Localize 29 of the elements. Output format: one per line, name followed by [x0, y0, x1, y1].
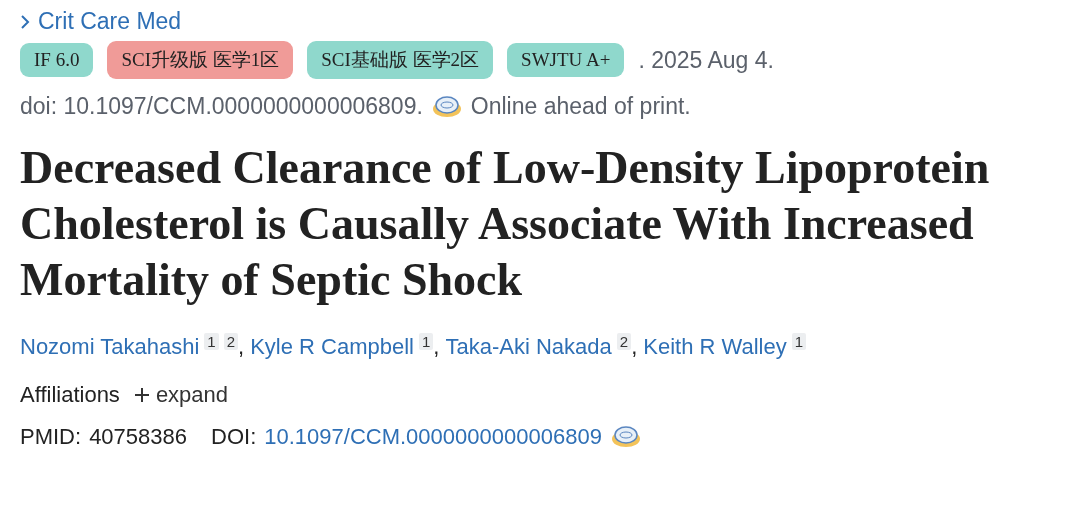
affiliation-number[interactable]: 1 [204, 333, 219, 350]
doi-link[interactable]: 10.1097/CCM.0000000000006809 [264, 424, 602, 450]
plus-icon [133, 387, 150, 403]
doi-label: DOI: [211, 424, 257, 450]
affiliation-number[interactable]: 1 [419, 333, 434, 350]
publication-date: . 2025 Aug 4. [638, 46, 774, 74]
author-link[interactable]: Nozomi Takahashi [20, 334, 200, 360]
comma: , [631, 334, 638, 360]
author-link[interactable]: Kyle R Campbell [250, 334, 414, 360]
article-title: Decreased Clearance of Low-Density Lipoprotein Cholesterol is Causally Associate With Increased Mortality of Septic Shock [20, 141, 991, 307]
status-text: Online ahead of print. [470, 93, 691, 120]
comma: , [433, 334, 440, 360]
affiliations-label: Affiliations [20, 382, 120, 408]
expand-toggle[interactable]: expand [133, 382, 229, 408]
affiliation-number[interactable]: 2 [616, 333, 632, 350]
pmid-label: PMID: [20, 424, 82, 450]
comma: , [238, 334, 245, 360]
journal-tag: SWJTU A+ [507, 43, 625, 77]
journal-tag: SCI基础版 医学2区 [307, 41, 494, 79]
doi-text: doi: 10.1097/CCM.0000000000006809. [20, 93, 423, 120]
affiliation-number[interactable]: 2 [223, 333, 239, 350]
author-link[interactable]: Keith R Walley [643, 334, 787, 360]
journal-tag: IF 6.0 [20, 43, 94, 77]
chevron-right-icon [20, 13, 30, 30]
affiliation-number[interactable]: 1 [791, 333, 807, 350]
author-link[interactable]: Taka-Aki Nakada [445, 334, 612, 360]
journal-link[interactable]: Crit Care Med [38, 8, 182, 35]
journal-tag: SCI升级版 医学1区 [107, 41, 294, 79]
pmid-value: 40758386 [89, 424, 187, 450]
